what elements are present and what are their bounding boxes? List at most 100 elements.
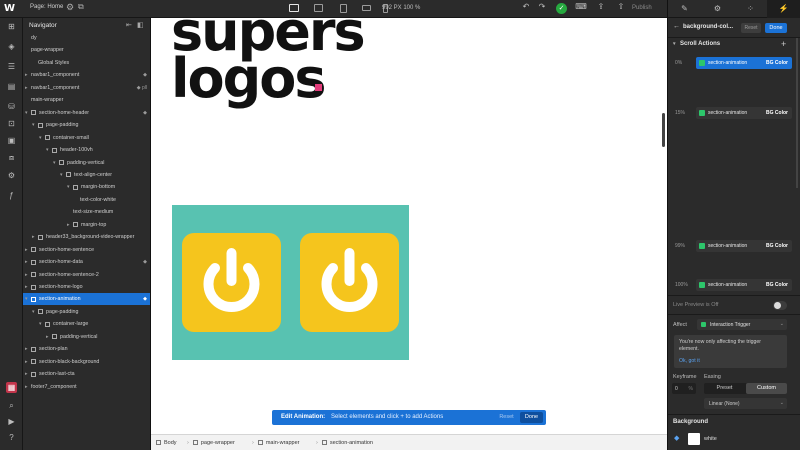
tab-style-brush-icon[interactable]: ✎ bbox=[668, 0, 701, 18]
tab-interactions-bolt-icon[interactable]: ⚡ bbox=[767, 0, 800, 18]
preset-button[interactable]: Preset bbox=[704, 383, 745, 394]
add-action-icon[interactable]: + bbox=[781, 39, 786, 49]
breadcrumb-body[interactable]: Body bbox=[156, 439, 177, 447]
redo-icon[interactable]: ↷ bbox=[536, 2, 548, 11]
collapse-icon[interactable]: ⇤ bbox=[126, 21, 132, 29]
navigator-row[interactable]: ▸ margin-top bbox=[23, 219, 150, 231]
easing-select[interactable]: Linear (None) ⌄ bbox=[704, 398, 787, 409]
dock-icon[interactable]: ◧ bbox=[137, 21, 144, 29]
laptop-device-icon[interactable] bbox=[312, 2, 324, 15]
reset-button[interactable]: Reset bbox=[741, 23, 761, 33]
navigator-row[interactable]: Global Styles bbox=[23, 57, 150, 69]
duplicate-icon[interactable]: ⧉ bbox=[78, 2, 84, 12]
custom-button[interactable]: Custom bbox=[746, 383, 787, 394]
navigator-row[interactable]: ▸ footer7_component bbox=[23, 381, 150, 393]
phone-landscape-icon[interactable] bbox=[360, 2, 372, 15]
navigator-row[interactable]: text-color-white bbox=[23, 194, 150, 206]
tab-settings-gear-icon[interactable]: ⚙ bbox=[701, 0, 734, 18]
panel-scrollbar[interactable] bbox=[796, 38, 798, 188]
navigator-row[interactable]: ▸ section-home-data ◆ bbox=[23, 256, 150, 268]
navigator-row[interactable]: ▸ header33_background-video-wrapper bbox=[23, 231, 150, 243]
navigator-row[interactable]: ▾ header-100vh bbox=[23, 144, 150, 156]
search-icon[interactable]: ⌕ bbox=[6, 400, 17, 411]
video-icon[interactable]: ▶ bbox=[6, 416, 17, 427]
hero-heading-line-2[interactable]: logos bbox=[171, 47, 327, 110]
navigator-row[interactable]: ▸ section-last-cta bbox=[23, 368, 150, 380]
ok-got-it-link[interactable]: Ok, got it bbox=[679, 358, 700, 364]
code-icon[interactable]: ⌨ bbox=[575, 2, 587, 11]
power-tile-2[interactable] bbox=[300, 233, 399, 332]
chevron-down-icon[interactable]: ▾ bbox=[673, 41, 676, 47]
done-button[interactable]: Done bbox=[765, 23, 787, 33]
keyframe-action[interactable]: section-animation BG Color bbox=[696, 279, 792, 291]
live-preview-toggle[interactable] bbox=[773, 301, 787, 310]
navigator-row[interactable]: ▾ container-small bbox=[23, 132, 150, 144]
settings-icon[interactable]: ⚙ bbox=[6, 170, 17, 181]
check-icon[interactable]: ✓ bbox=[556, 3, 567, 14]
symbols-icon[interactable]: ◈ bbox=[6, 41, 17, 52]
navigator-row[interactable]: ▸ section-home-sentence-2 bbox=[23, 269, 150, 281]
toast-done-button[interactable]: Done bbox=[520, 412, 543, 423]
publish-icon[interactable]: ⇧ bbox=[615, 2, 627, 11]
keyframe-action[interactable]: section-animation BG Color bbox=[696, 107, 792, 119]
publish-button[interactable]: Publish bbox=[632, 5, 652, 11]
navigator-row[interactable]: ▸ section-black-background bbox=[23, 356, 150, 368]
navigator-row[interactable]: ▸ section-home-sentence bbox=[23, 244, 150, 256]
webflow-logo[interactable]: W bbox=[4, 3, 18, 15]
cms-icon[interactable]: ⛁ bbox=[6, 101, 17, 112]
navigator-row[interactable]: ▾ margin-bottom bbox=[23, 181, 150, 193]
tablet-device-icon[interactable] bbox=[337, 2, 349, 15]
section-animation-block[interactable] bbox=[172, 205, 409, 360]
breadcrumb-section-animation[interactable]: › section-animation bbox=[316, 439, 373, 447]
power-tile-1[interactable] bbox=[182, 233, 281, 332]
keyframe-input[interactable]: 0 % bbox=[672, 383, 696, 394]
toast-reset-button[interactable]: Reset bbox=[494, 412, 519, 423]
breadcrumb-page-wrapper[interactable]: › page-wrapper bbox=[187, 439, 235, 447]
navigator-row[interactable]: main-wrapper bbox=[23, 94, 150, 106]
page-selector[interactable]: Page: Home bbox=[30, 4, 63, 10]
navigator-row[interactable]: ▸ section-home-logo bbox=[23, 281, 150, 293]
assets-icon[interactable]: ▣ bbox=[6, 135, 17, 146]
navigator-icon[interactable]: ☰ bbox=[6, 61, 17, 72]
navigator-row[interactable]: ▸ navbar1_component ◆ pll bbox=[23, 82, 150, 94]
background-color-row[interactable]: ◆ white bbox=[674, 433, 794, 445]
media-icon[interactable]: ⧈ bbox=[6, 152, 17, 163]
navigator-row[interactable]: ▸ navbar1_component ◆ bbox=[23, 69, 150, 81]
undo-icon[interactable]: ↶ bbox=[520, 2, 532, 11]
navigator-row[interactable]: dy bbox=[23, 32, 150, 44]
help-icon[interactable]: ? bbox=[6, 432, 17, 443]
navigator-row[interactable]: ▾ section-animation ◆ bbox=[23, 293, 150, 306]
share-icon[interactable]: ⇪ bbox=[595, 2, 607, 11]
navigator-row[interactable]: ▾ section-home-header ◆ bbox=[23, 107, 150, 119]
keyframe-row[interactable]: 99% section-animation BG Color bbox=[671, 240, 799, 252]
canvas-scrollbar[interactable] bbox=[662, 113, 665, 147]
keyframe-action[interactable]: section-animation BG Color bbox=[696, 57, 792, 69]
ecommerce-icon[interactable]: ⊡ bbox=[6, 118, 17, 129]
audit-icon[interactable]: ▦ bbox=[6, 382, 17, 393]
custom-code-icon[interactable]: ƒ bbox=[6, 190, 17, 201]
navigator-row[interactable]: ▾ page-padding bbox=[23, 306, 150, 318]
color-swatch[interactable] bbox=[688, 433, 700, 445]
back-arrow-icon[interactable]: ← bbox=[673, 23, 680, 30]
affect-select[interactable]: Interaction Trigger ⌄ bbox=[697, 319, 787, 330]
navigator-row[interactable]: ▾ text-align-center bbox=[23, 169, 150, 181]
keyframe-row[interactable]: 0% section-animation BG Color bbox=[671, 57, 799, 69]
navigator-row[interactable]: ▾ container-large bbox=[23, 318, 150, 330]
keyframe-row[interactable]: 100% section-animation BG Color bbox=[671, 279, 799, 291]
navigator-row[interactable]: ▸ padding-vertical bbox=[23, 331, 150, 343]
navigator-row[interactable]: ▾ padding-vertical bbox=[23, 157, 150, 169]
navigator-row[interactable]: ▾ page-padding bbox=[23, 119, 150, 131]
design-canvas[interactable]: supers logos Edit Animation: Select elem… bbox=[151, 18, 667, 434]
keyframe-row[interactable]: 15% section-animation BG Color bbox=[671, 107, 799, 119]
pages-icon[interactable]: ▤ bbox=[6, 81, 17, 92]
gear-icon[interactable]: ⚙ bbox=[66, 2, 74, 13]
navigator-row[interactable]: text-size-medium bbox=[23, 206, 150, 218]
keyframe-action[interactable]: section-animation BG Color bbox=[696, 240, 792, 252]
tab-style-manager-icon[interactable]: ⁘ bbox=[734, 0, 767, 18]
add-icon[interactable]: ⊞ bbox=[6, 21, 17, 32]
navigator-row[interactable]: page-wrapper bbox=[23, 44, 150, 56]
animation-name[interactable]: background-col... bbox=[683, 24, 733, 30]
desktop-device-icon[interactable] bbox=[288, 2, 300, 15]
navigator-row[interactable]: ▸ section-plan bbox=[23, 343, 150, 355]
breadcrumb-main-wrapper[interactable]: › main-wrapper bbox=[252, 439, 299, 447]
